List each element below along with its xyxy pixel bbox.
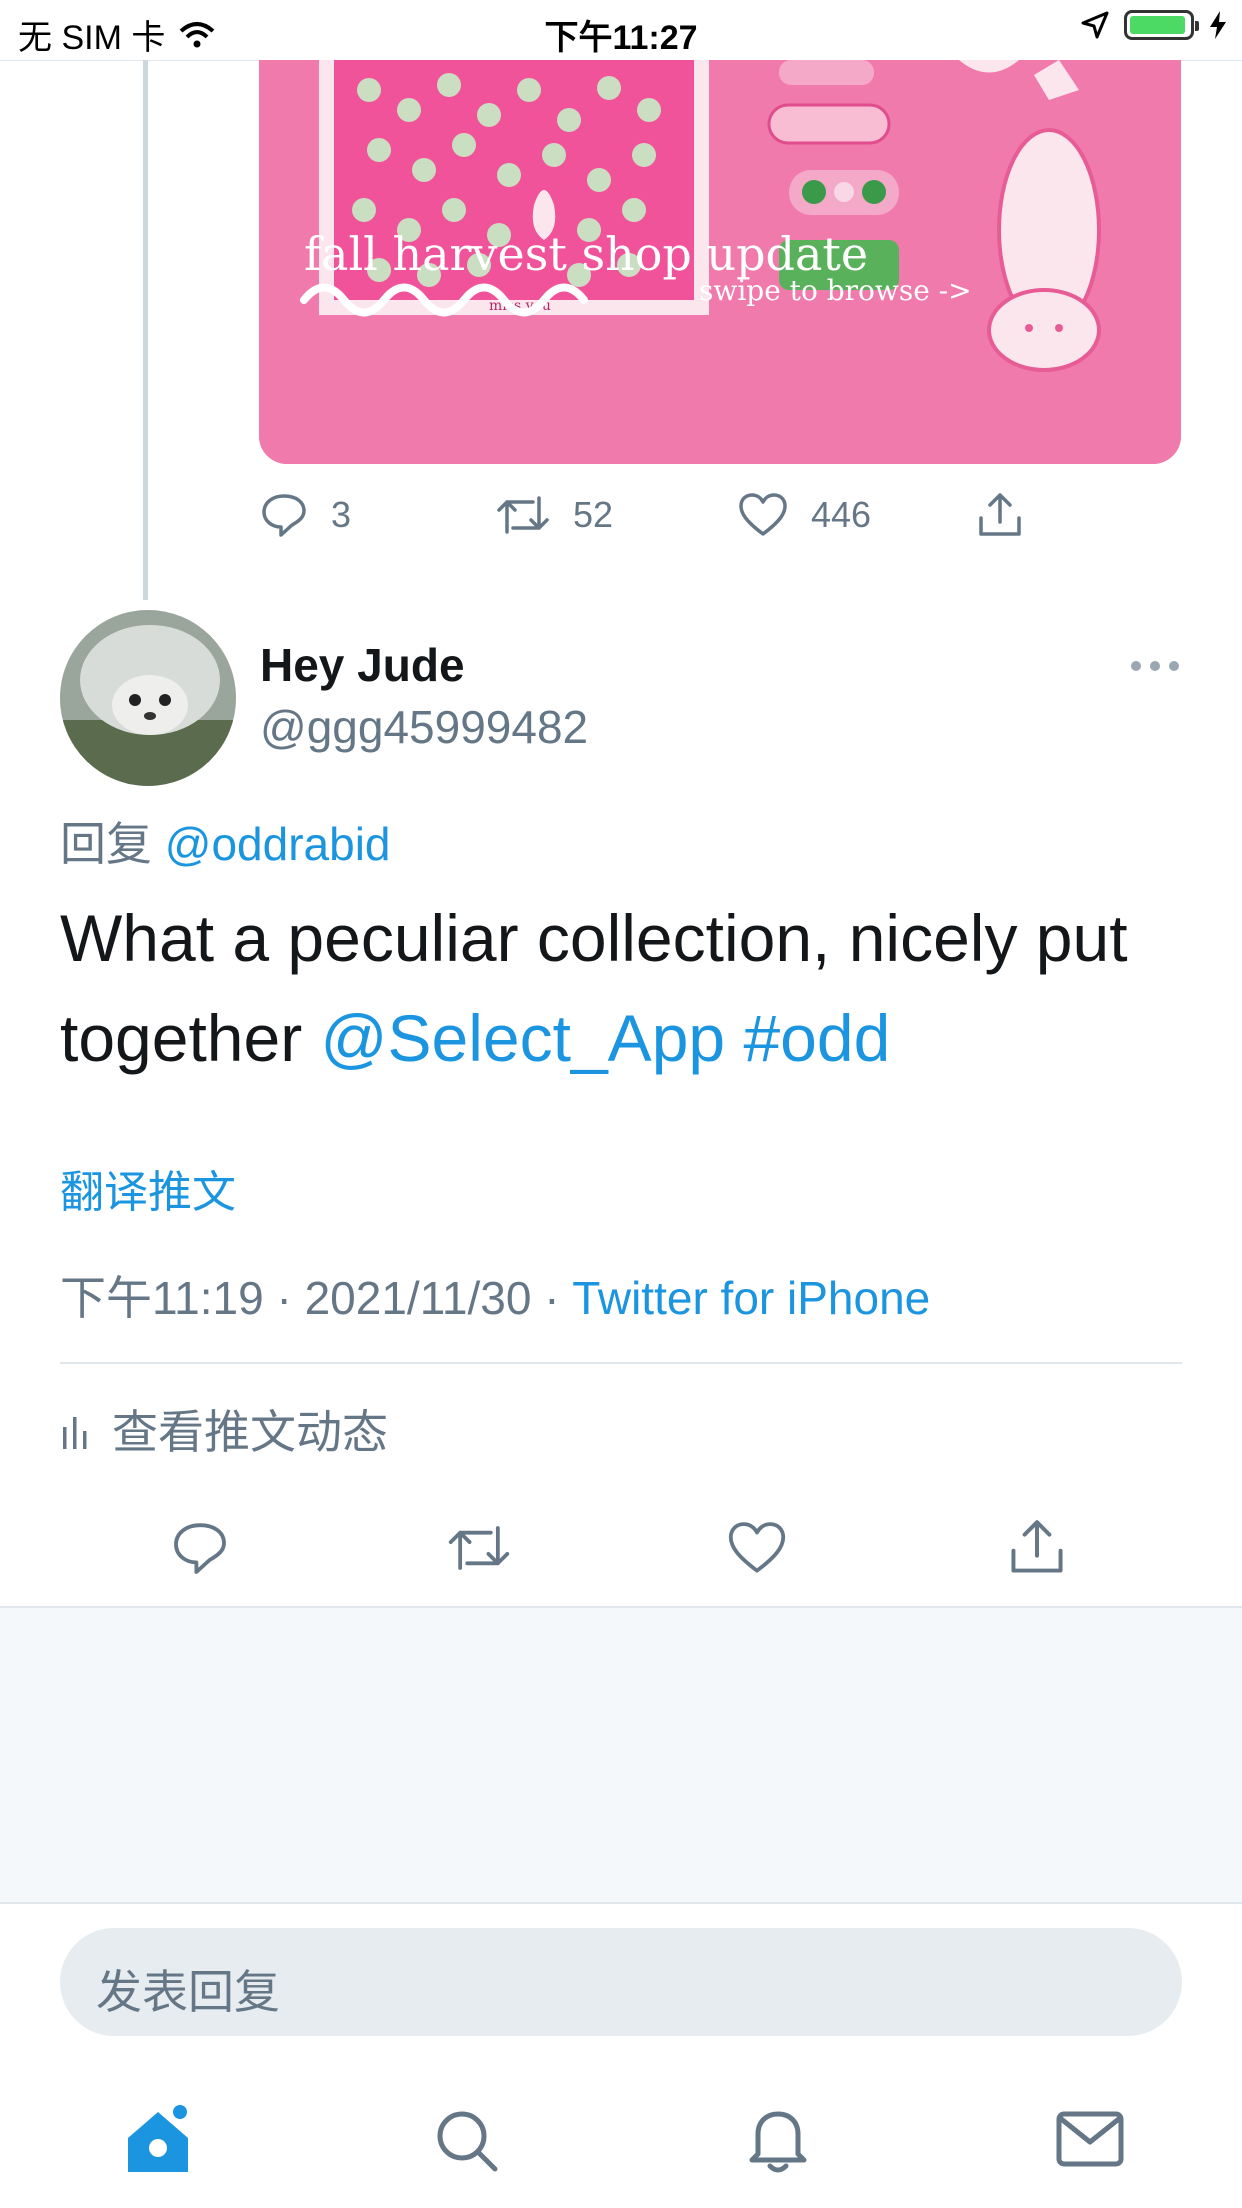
more-options-icon[interactable] (1130, 660, 1180, 672)
media-caption-sub: swipe to browse -> (699, 274, 972, 307)
status-right (1080, 10, 1228, 40)
location-arrow-icon (1081, 11, 1109, 39)
tweet-time: 下午11:19 (60, 1272, 264, 1324)
meta-separator: · (276, 1272, 292, 1324)
reply-input[interactable]: 发表回复 (60, 1928, 1182, 2036)
tweet-actions (0, 1508, 1242, 1588)
avatar[interactable] (60, 610, 236, 786)
status-bar: 无 SIM 卡 下午11:27 (0, 0, 1242, 60)
reply-prefix: 回复 (60, 818, 152, 870)
hashtag-link[interactable]: #odd (743, 1001, 890, 1075)
replies-area (0, 1608, 1242, 1902)
reply-placeholder: 发表回复 (96, 1966, 280, 2018)
retweet-icon (497, 496, 549, 534)
meta-separator-2: · (544, 1272, 560, 1324)
divider (60, 1362, 1182, 1364)
media-caption-title: fall harvest shop update (304, 227, 868, 281)
mail-icon[interactable] (1054, 2108, 1126, 2170)
media-illustration: miss you fall harvest shop update swipe … (259, 60, 1181, 464)
tweet-date: 2021/11/30 (304, 1272, 532, 1324)
like-count: 446 (811, 494, 872, 535)
thread-connector-line (143, 60, 148, 600)
status-time: 下午11:27 (544, 19, 698, 57)
like-button[interactable]: 446 (737, 490, 871, 540)
share-icon[interactable] (1006, 1516, 1068, 1578)
like-icon (739, 493, 787, 536)
tweet-text: What a peculiar collection, nicely put t… (60, 888, 1180, 1088)
author-handle[interactable]: @ggg45999482 (260, 700, 588, 754)
tweet-media-image[interactable]: miss you fall harvest shop update swipe … (259, 60, 1181, 464)
retweet-count: 52 (573, 494, 614, 535)
view-tweet-activity-button[interactable]: 查看推文动态 (60, 1396, 388, 1462)
tab-bar (0, 2080, 1242, 2208)
tweet-source-link[interactable]: Twitter for iPhone (572, 1272, 930, 1324)
reply-to-line: 回复 @oddrabid (60, 808, 391, 874)
reply-icon (262, 494, 306, 537)
charging-bolt-icon (1210, 11, 1226, 39)
reply-to-mention-link[interactable]: @oddrabid (165, 818, 391, 870)
avatar-image (60, 610, 236, 786)
share-button[interactable] (975, 490, 1025, 540)
tweet-meta: 下午11:19 · 2021/11/30 · Twitter for iPhon… (60, 1262, 930, 1328)
like-icon[interactable] (726, 1518, 788, 1578)
parent-tweet-actions: 3 52 446 (259, 490, 1059, 550)
mention-link[interactable]: @Select_App (321, 1001, 726, 1075)
divider (0, 1902, 1242, 1904)
reply-button[interactable]: 3 (259, 490, 351, 540)
retweet-icon[interactable] (446, 1518, 512, 1578)
home-icon[interactable] (118, 2100, 198, 2180)
battery-icon (1124, 10, 1199, 40)
search-icon[interactable] (432, 2106, 502, 2176)
reply-count: 3 (331, 494, 352, 535)
retweet-button[interactable]: 52 (495, 490, 613, 540)
activity-label: 查看推文动态 (112, 1406, 388, 1458)
share-icon (979, 493, 1021, 536)
author-name[interactable]: Hey Jude (260, 638, 465, 692)
bell-icon[interactable] (744, 2104, 812, 2176)
translate-tweet-link[interactable]: 翻译推文 (60, 1156, 236, 1220)
analytics-icon (63, 1417, 87, 1449)
reply-icon[interactable] (170, 1518, 230, 1578)
